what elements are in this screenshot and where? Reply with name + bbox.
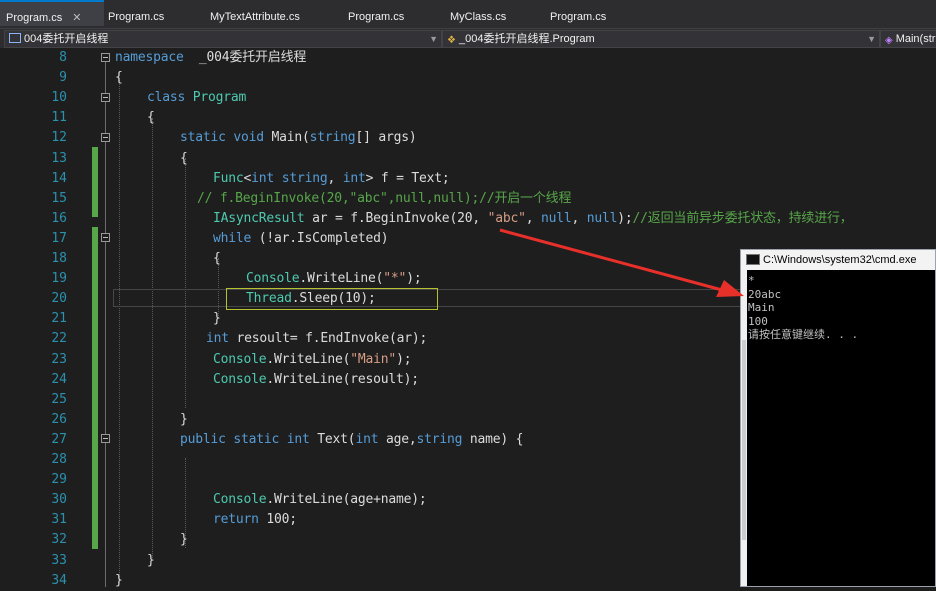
- arrow-shaft: [499, 228, 723, 292]
- annotation-arrow: [499, 228, 744, 297]
- arrow-head: [716, 280, 744, 297]
